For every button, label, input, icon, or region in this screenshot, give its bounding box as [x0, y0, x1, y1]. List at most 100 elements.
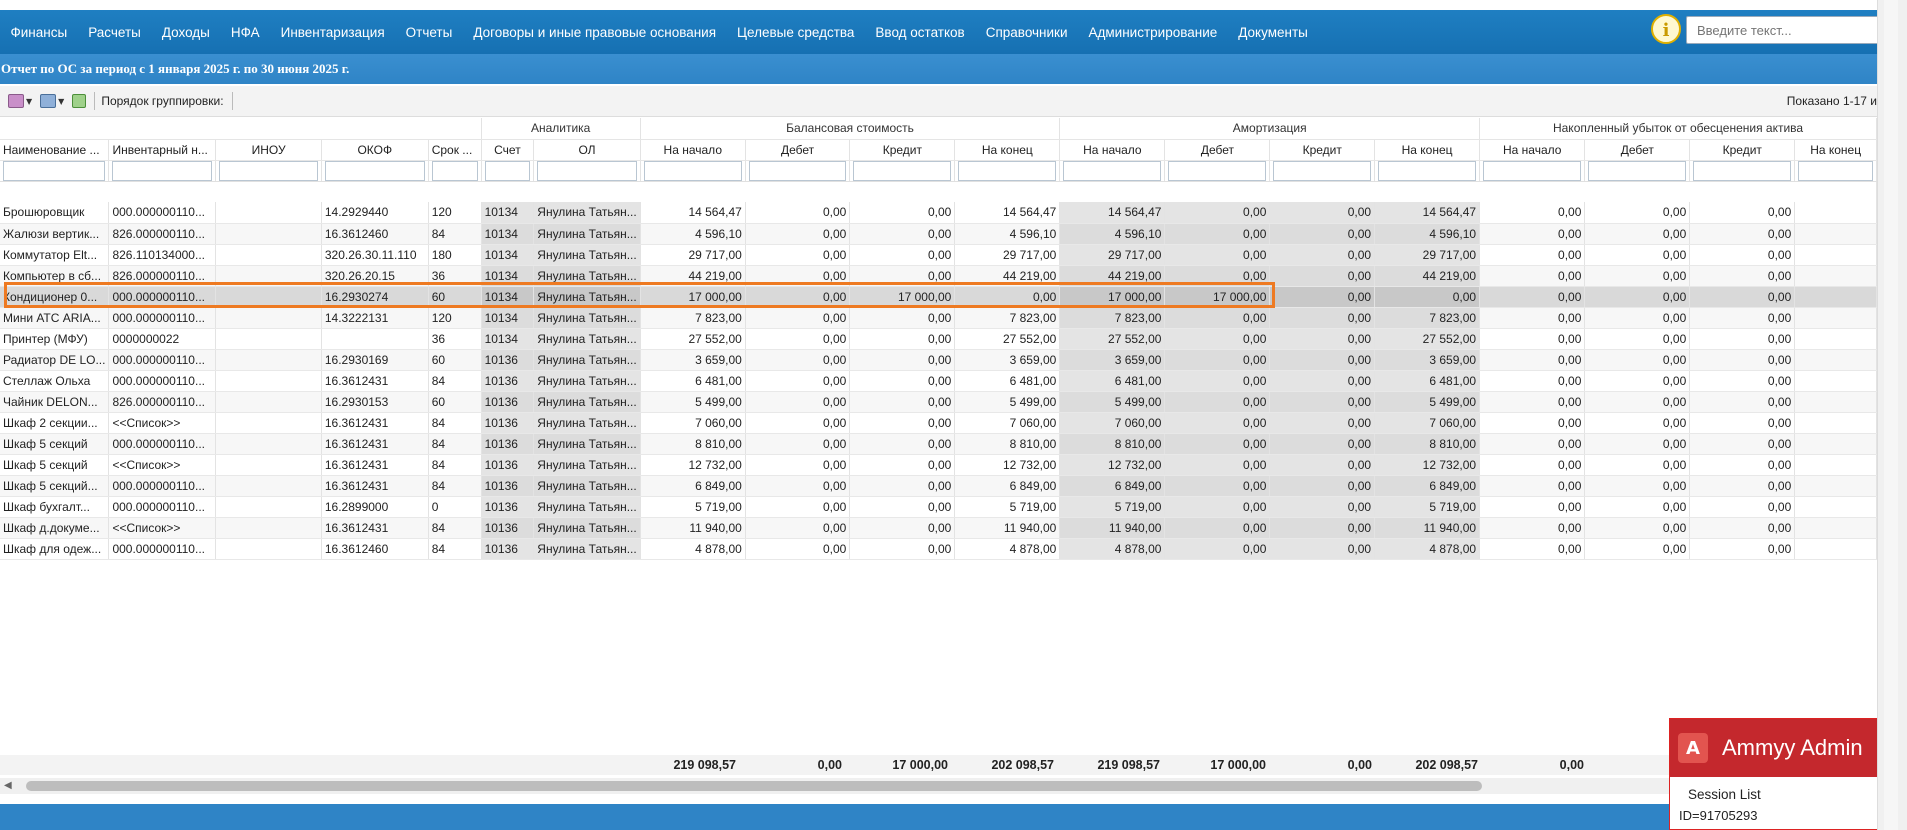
menu-item-reports[interactable]: Отчеты	[395, 25, 463, 40]
table-row[interactable]: Чайник DELON... 826.000000110... 16.293015…	[0, 391, 1877, 413]
scroll-left-icon[interactable]: ◀	[4, 780, 12, 791]
refresh-button[interactable]	[72, 91, 87, 111]
column-filter-input[interactable]	[1693, 160, 1792, 180]
column-filter-input[interactable]	[1483, 160, 1582, 180]
table-row[interactable]: Брошюровщик 000.000000110... 14.2929440 120…	[0, 202, 1877, 224]
table-row[interactable]: Шкаф бухгалт... 000.000000110... 16.289900…	[0, 496, 1877, 518]
column-filter-input[interactable]	[112, 160, 213, 180]
menu-item-finance[interactable]: Финансы	[0, 25, 78, 40]
column-header[interactable]: Дебет	[1164, 139, 1271, 161]
column-header[interactable]: Кредит	[849, 139, 956, 161]
menu-item-balances-input[interactable]: Ввод остатков	[865, 25, 975, 40]
menu-item-directories[interactable]: Справочники	[975, 25, 1078, 40]
view-menu-button[interactable]: ▼	[8, 91, 32, 111]
column-filter-input[interactable]	[1798, 160, 1873, 180]
column-filter-input[interactable]	[3, 160, 106, 180]
column-filter-input[interactable]	[219, 160, 318, 180]
menu-item-income[interactable]: Доходы	[151, 25, 220, 40]
table-cell	[1794, 307, 1877, 329]
scrollbar-thumb[interactable]	[26, 781, 1482, 791]
table-cell	[1794, 391, 1877, 413]
column-filter-input[interactable]	[431, 160, 478, 180]
ammyy-session-list[interactable]: Session List	[1688, 787, 1877, 802]
column-header[interactable]: Срок ...	[428, 139, 482, 161]
column-header[interactable]: ОЛ	[533, 139, 641, 161]
table-cell: Коммутатор Elt...	[0, 244, 110, 266]
column-filter-input[interactable]	[1273, 160, 1372, 180]
menu-item-administration[interactable]: Администрирование	[1078, 25, 1228, 40]
column-header[interactable]: Дебет	[745, 139, 851, 161]
menu-item-target-funds[interactable]: Целевые средства	[727, 25, 865, 40]
table-row[interactable]: Стеллаж Ольха 000.000000110... 16.3612431 8…	[0, 370, 1877, 392]
table-cell: Янулина Татьян...	[533, 244, 641, 266]
menu-item-contracts[interactable]: Договоры и иные правовые основания	[463, 25, 727, 40]
table-cell: Янулина Татьян...	[533, 349, 641, 371]
table-row[interactable]: Кондиционер 0... 000.000000110... 16.29302…	[0, 286, 1877, 308]
table-row[interactable]: Радиатор DE LO... 000.000000110... 16.2930…	[0, 349, 1877, 371]
table-row[interactable]: Компьютер в сб... 826.000000110... 320.26.…	[0, 265, 1877, 287]
main-menu-bar: Финансы Расчеты Доходы НФА Инвентаризаци…	[0, 10, 1877, 54]
table-cell: 6 849,00	[1374, 475, 1481, 497]
column-header[interactable]: На начало	[1059, 139, 1166, 161]
table-row[interactable]: Шкаф д.докуме... <<Список>> 16.3612431 84 10…	[0, 517, 1877, 539]
table-row[interactable]: Шкаф для одеж... 000.000000110... 16.36124…	[0, 538, 1877, 560]
table-cell: 0,00	[849, 538, 956, 560]
table-cell: 4 596,10	[954, 223, 1061, 245]
search-input[interactable]	[1686, 16, 1877, 44]
column-filter-input[interactable]	[1588, 160, 1687, 180]
column-filter-input[interactable]	[1168, 160, 1267, 180]
menu-item-documents[interactable]: Документы	[1228, 25, 1319, 40]
menu-item-calculations[interactable]: Расчеты	[78, 25, 152, 40]
column-header[interactable]: На конец	[954, 139, 1061, 161]
print-menu-button[interactable]: ▼	[40, 91, 64, 111]
column-header[interactable]: Кредит	[1269, 139, 1376, 161]
menu-item-nfa[interactable]: НФА	[220, 25, 270, 40]
column-header[interactable]: На начало	[1479, 139, 1586, 161]
menu-item-inventory[interactable]: Инвентаризация	[270, 25, 395, 40]
vertical-scrollbar-thumb[interactable]	[1884, 0, 1898, 830]
column-header[interactable]: ОКОФ	[321, 139, 429, 161]
table-cell: Янулина Татьян...	[533, 286, 641, 308]
horizontal-scrollbar[interactable]: ◀	[0, 778, 1877, 794]
column-filter-input[interactable]	[1378, 160, 1477, 180]
table-cell: 5 499,00	[1059, 391, 1166, 413]
column-header[interactable]: На конец	[1374, 139, 1481, 161]
column-header[interactable]: На конец	[1794, 139, 1877, 161]
table-cell: 8 810,00	[1059, 433, 1166, 455]
table-row[interactable]: Шкаф 2 секции... <<Список>> 16.3612431 84 10…	[0, 412, 1877, 434]
table-row[interactable]: Шкаф 5 секций <<Список>> 16.3612431 84 10136…	[0, 454, 1877, 476]
info-icon[interactable]: i	[1651, 14, 1681, 44]
table-row[interactable]: Коммутатор Elt... 826.110134000... 320.26.…	[0, 244, 1877, 266]
column-filter-input[interactable]	[537, 160, 637, 180]
table-cell: Шкаф 5 секций	[0, 433, 110, 455]
filter-cell	[215, 160, 322, 182]
table-cell: 4 596,10	[1374, 223, 1481, 245]
column-header[interactable]: Счет	[481, 139, 535, 161]
column-filter-input[interactable]	[958, 160, 1057, 180]
table-cell: 14.2929440	[321, 202, 429, 224]
column-header[interactable]: На начало	[640, 139, 746, 161]
table-cell: Янулина Татьян...	[533, 412, 641, 434]
column-filter-input[interactable]	[484, 160, 531, 180]
column-header[interactable]: Дебет	[1584, 139, 1691, 161]
column-header[interactable]: Кредит	[1689, 139, 1796, 161]
vertical-scrollbar[interactable]	[1877, 0, 1907, 830]
table-row[interactable]: Принтер (МФУ) 0000000022 36 10134 Янулина Та…	[0, 328, 1877, 350]
column-filter-input[interactable]	[853, 160, 952, 180]
table-cell: 29 717,00	[1374, 244, 1481, 266]
column-header[interactable]: Наименование ...	[0, 139, 110, 161]
column-header[interactable]: Инвентарный н...	[108, 139, 217, 161]
column-filter-input[interactable]	[643, 160, 742, 180]
table-cell: 60	[428, 286, 482, 308]
table-row[interactable]: Мини АТС ARIA... 000.000000110... 14.32221…	[0, 307, 1877, 329]
table-cell: 17 000,00	[849, 286, 956, 308]
column-header[interactable]: ИНОУ	[215, 139, 322, 161]
table-row[interactable]: Жалюзи вертик... 826.000000110... 16.36124…	[0, 223, 1877, 245]
column-filter-input[interactable]	[324, 160, 425, 180]
table-cell: 4 596,10	[1059, 223, 1166, 245]
column-filter-input[interactable]	[1063, 160, 1162, 180]
table-row[interactable]: Шкаф 5 секций 000.000000110... 16.3612431 8…	[0, 433, 1877, 455]
column-filter-input[interactable]	[748, 160, 847, 180]
table-row[interactable]: Шкаф 5 секций... 000.000000110... 16.36124…	[0, 475, 1877, 497]
table-cell	[1794, 538, 1877, 560]
